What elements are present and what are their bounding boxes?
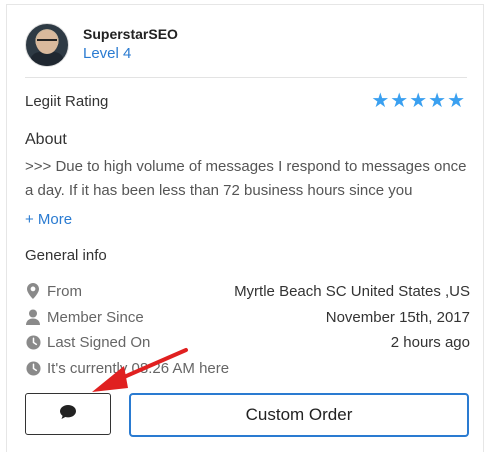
info-row-from: From Myrtle Beach SC United States ,US xyxy=(25,281,470,301)
info-value: Myrtle Beach SC United States ,US xyxy=(234,282,470,300)
info-row-member-since: Member Since November 15th, 2017 xyxy=(25,307,470,327)
info-value: November 15th, 2017 xyxy=(325,308,470,326)
rating-stars: ★ ★ ★ ★ ★ xyxy=(371,91,465,111)
user-icon xyxy=(25,309,41,325)
more-link[interactable]: + More xyxy=(25,211,72,228)
info-label: Member Since xyxy=(47,308,144,326)
star-icon: ★ xyxy=(428,90,447,112)
map-pin-icon xyxy=(25,283,41,299)
divider xyxy=(25,77,467,78)
star-icon: ★ xyxy=(371,90,390,112)
message-button[interactable] xyxy=(25,393,111,435)
info-label: From xyxy=(47,282,82,300)
info-row-current-time: It's currently 08:26 AM here xyxy=(25,358,470,378)
about-heading: About xyxy=(25,131,67,148)
clock-icon xyxy=(25,360,41,376)
seller-card: SuperstarSEO Level 4 Legiit Rating ★ ★ ★… xyxy=(6,4,484,452)
star-icon: ★ xyxy=(390,90,409,112)
seller-level: Level 4 xyxy=(83,45,132,62)
info-label: Last Signed On xyxy=(47,333,151,351)
about-text: >>> Due to high volume of messages I res… xyxy=(25,158,467,199)
info-row-last-signed-on: Last Signed On 2 hours ago xyxy=(25,332,470,352)
avatar[interactable] xyxy=(25,23,69,67)
general-info-heading: General info xyxy=(25,247,107,264)
star-icon: ★ xyxy=(409,90,428,112)
star-icon: ★ xyxy=(447,90,465,112)
chat-bubble-icon xyxy=(59,404,77,425)
custom-order-button[interactable]: Custom Order xyxy=(129,393,469,437)
rating-label: Legiit Rating xyxy=(25,93,109,110)
info-value: 2 hours ago xyxy=(390,333,470,351)
clock-icon xyxy=(25,334,41,350)
seller-profile: SuperstarSEO Level 4 xyxy=(25,23,178,67)
seller-username[interactable]: SuperstarSEO xyxy=(83,25,178,43)
info-label: It's currently 08:26 AM here xyxy=(47,359,230,377)
